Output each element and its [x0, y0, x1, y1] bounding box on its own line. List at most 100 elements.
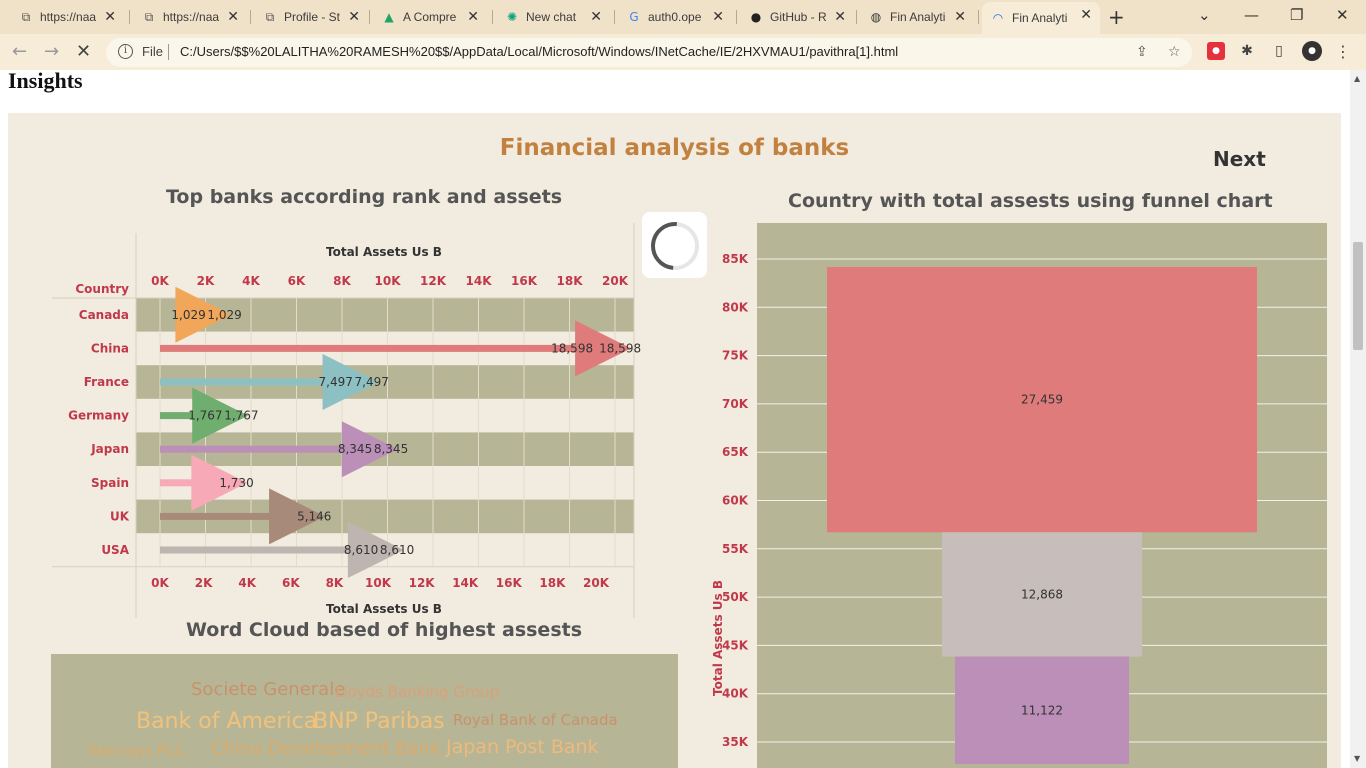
bar: [160, 445, 350, 453]
tick-label-top: 16K: [511, 274, 538, 288]
category-label: France: [84, 375, 129, 389]
forward-button[interactable]: →: [44, 41, 59, 62]
extensions-puzzle-icon[interactable]: ✱: [1238, 42, 1256, 60]
y-tick-label: 55K: [722, 542, 749, 556]
share-icon[interactable]: ⇪: [1136, 44, 1148, 60]
tab-separator: [369, 10, 370, 24]
y-tick-label: 65K: [722, 445, 749, 459]
url-text[interactable]: C:/Users/$$%20LALITHA%20RAMESH%20$$/AppD…: [180, 44, 898, 59]
word-cloud-term: Societe Generale: [191, 679, 346, 700]
funnel-chart-title: Country with total assests using funnel …: [788, 190, 1273, 212]
back-button[interactable]: ←: [12, 41, 27, 62]
tab-close-icon[interactable]: ✕: [834, 9, 846, 25]
tab-search-icon[interactable]: ⌄: [1198, 6, 1211, 24]
vertical-scrollbar[interactable]: ▲ ▼: [1350, 70, 1366, 768]
file-scheme-label: File: [142, 44, 163, 59]
tick-label-bottom: 0K: [151, 576, 169, 590]
tab-title: A Compre: [403, 10, 457, 24]
side-panel-icon[interactable]: ▯: [1270, 42, 1288, 60]
tab-title: New chat: [526, 10, 577, 24]
data-label: 5,146: [297, 509, 331, 523]
tab-title: Fin Analyti: [1012, 11, 1068, 25]
word-cloud-term: Royal Bank of Canada: [453, 711, 618, 729]
menu-kebab-icon[interactable]: ⋮: [1334, 42, 1352, 61]
profile-avatar[interactable]: ●: [1302, 41, 1322, 61]
word-cloud-term: Bank of America: [136, 709, 318, 734]
page-heading: Insights: [8, 70, 83, 93]
tab-separator: [736, 10, 737, 24]
tab-close-icon[interactable]: ✕: [712, 9, 724, 25]
scroll-up-arrow-icon[interactable]: ▲: [1354, 74, 1360, 83]
tab-close-icon[interactable]: ✕: [954, 9, 966, 25]
data-label: 7,497: [355, 375, 389, 389]
tick-label-top: 6K: [288, 274, 306, 288]
scroll-thumb[interactable]: [1353, 242, 1363, 350]
tab-close-icon[interactable]: ✕: [590, 9, 602, 25]
funnel-data-label: 11,122: [1021, 703, 1063, 717]
assets-bar-chart: Total Assets Us B Total Assets Us B Countr…: [52, 223, 641, 618]
x-axis-title-bottom: Total Assets Us B: [326, 602, 442, 616]
tab-separator: [614, 10, 615, 24]
next-button[interactable]: Next: [1213, 147, 1266, 171]
word-cloud-term: Lloyds Banking Group: [335, 683, 499, 701]
y-tick-label: 80K: [722, 300, 749, 314]
y-tick-label: 70K: [722, 397, 749, 411]
data-label: 1,730: [219, 476, 253, 490]
address-bar-row: ← → ✕ i File C:/Users/$$%20LALITHA%20RAM…: [0, 34, 1366, 70]
stop-loading-button[interactable]: ✕: [76, 41, 91, 62]
chatgpt-icon: ✺: [506, 10, 518, 24]
browser-tab[interactable]: ◠ Fin Analyti ✕: [982, 2, 1100, 34]
scroll-down-arrow-icon[interactable]: ▼: [1354, 754, 1360, 763]
word-cloud-term: Japan Post Bank: [446, 736, 599, 758]
tab-close-icon[interactable]: ✕: [227, 9, 239, 25]
data-label: 1,029: [171, 308, 205, 322]
loading-icon: ◠: [992, 11, 1004, 25]
tick-label-top: 4K: [242, 274, 260, 288]
browser-tab[interactable]: ✺ New chat ✕: [496, 4, 610, 30]
browser-tab[interactable]: ◍ Fin Analyti ✕: [860, 4, 974, 30]
restore-button[interactable]: ❐: [1290, 6, 1303, 24]
data-label: 1,767: [188, 409, 222, 423]
tableau-dashboard: Financial analysis of banks Next Top ban…: [8, 113, 1341, 768]
category-label: China: [91, 341, 129, 355]
tab-title: https://naa: [40, 10, 97, 24]
word-cloud-term: China Development Bank: [211, 738, 441, 759]
y-tick-label: 85K: [722, 252, 749, 266]
bar: [160, 546, 356, 554]
browser-tab[interactable]: ▲ A Compre ✕: [373, 4, 487, 30]
google-icon: G: [629, 10, 639, 24]
bar: [160, 344, 584, 352]
omnibox[interactable]: i File C:/Users/$$%20LALITHA%20RAMESH%20…: [106, 38, 1192, 67]
tab-title: Profile - St: [284, 10, 341, 24]
minimize-button[interactable]: —: [1244, 6, 1259, 24]
tick-label-top: 20K: [602, 274, 629, 288]
tab-close-icon[interactable]: ✕: [467, 9, 479, 25]
omnibox-divider: [168, 44, 169, 60]
word-cloud-term: BNP Paribas: [313, 709, 445, 734]
tab-title: https://naa: [163, 10, 220, 24]
tick-label-bottom: 8K: [326, 576, 344, 590]
browser-tab[interactable]: ● GitHub - R ✕: [740, 4, 854, 30]
site-info-icon[interactable]: i: [118, 44, 133, 59]
page-viewport: Insights Financial analysis of banks Nex…: [0, 70, 1350, 768]
bookmark-star-icon[interactable]: ☆: [1168, 44, 1181, 60]
y-tick-label: 60K: [722, 494, 749, 508]
browser-tab[interactable]: Gauth0.ope ✕: [618, 4, 732, 30]
new-tab-button[interactable]: +: [1108, 5, 1125, 29]
close-window-button[interactable]: ✕: [1336, 6, 1349, 24]
word-cloud-title: Word Cloud based of highest assests: [186, 619, 583, 641]
data-label: 18,598: [599, 341, 641, 355]
browser-tab[interactable]: ⧉ https://naa ✕: [133, 4, 247, 30]
browser-tab[interactable]: ⧉ https://naa ✕: [10, 4, 124, 30]
tick-label-bottom: 4K: [238, 576, 256, 590]
browser-tab[interactable]: ⧉ Profile - St ✕: [254, 4, 368, 30]
tab-close-icon[interactable]: ✕: [104, 9, 116, 25]
tab-separator: [250, 10, 251, 24]
page-icon: ⧉: [21, 9, 31, 24]
extension-record-icon[interactable]: ●: [1207, 42, 1225, 60]
tab-close-icon[interactable]: ✕: [348, 9, 360, 25]
tab-separator: [492, 10, 493, 24]
github-icon: ●: [750, 10, 762, 24]
tab-close-icon[interactable]: ✕: [1080, 7, 1092, 23]
tick-label-top: 10K: [375, 274, 402, 288]
